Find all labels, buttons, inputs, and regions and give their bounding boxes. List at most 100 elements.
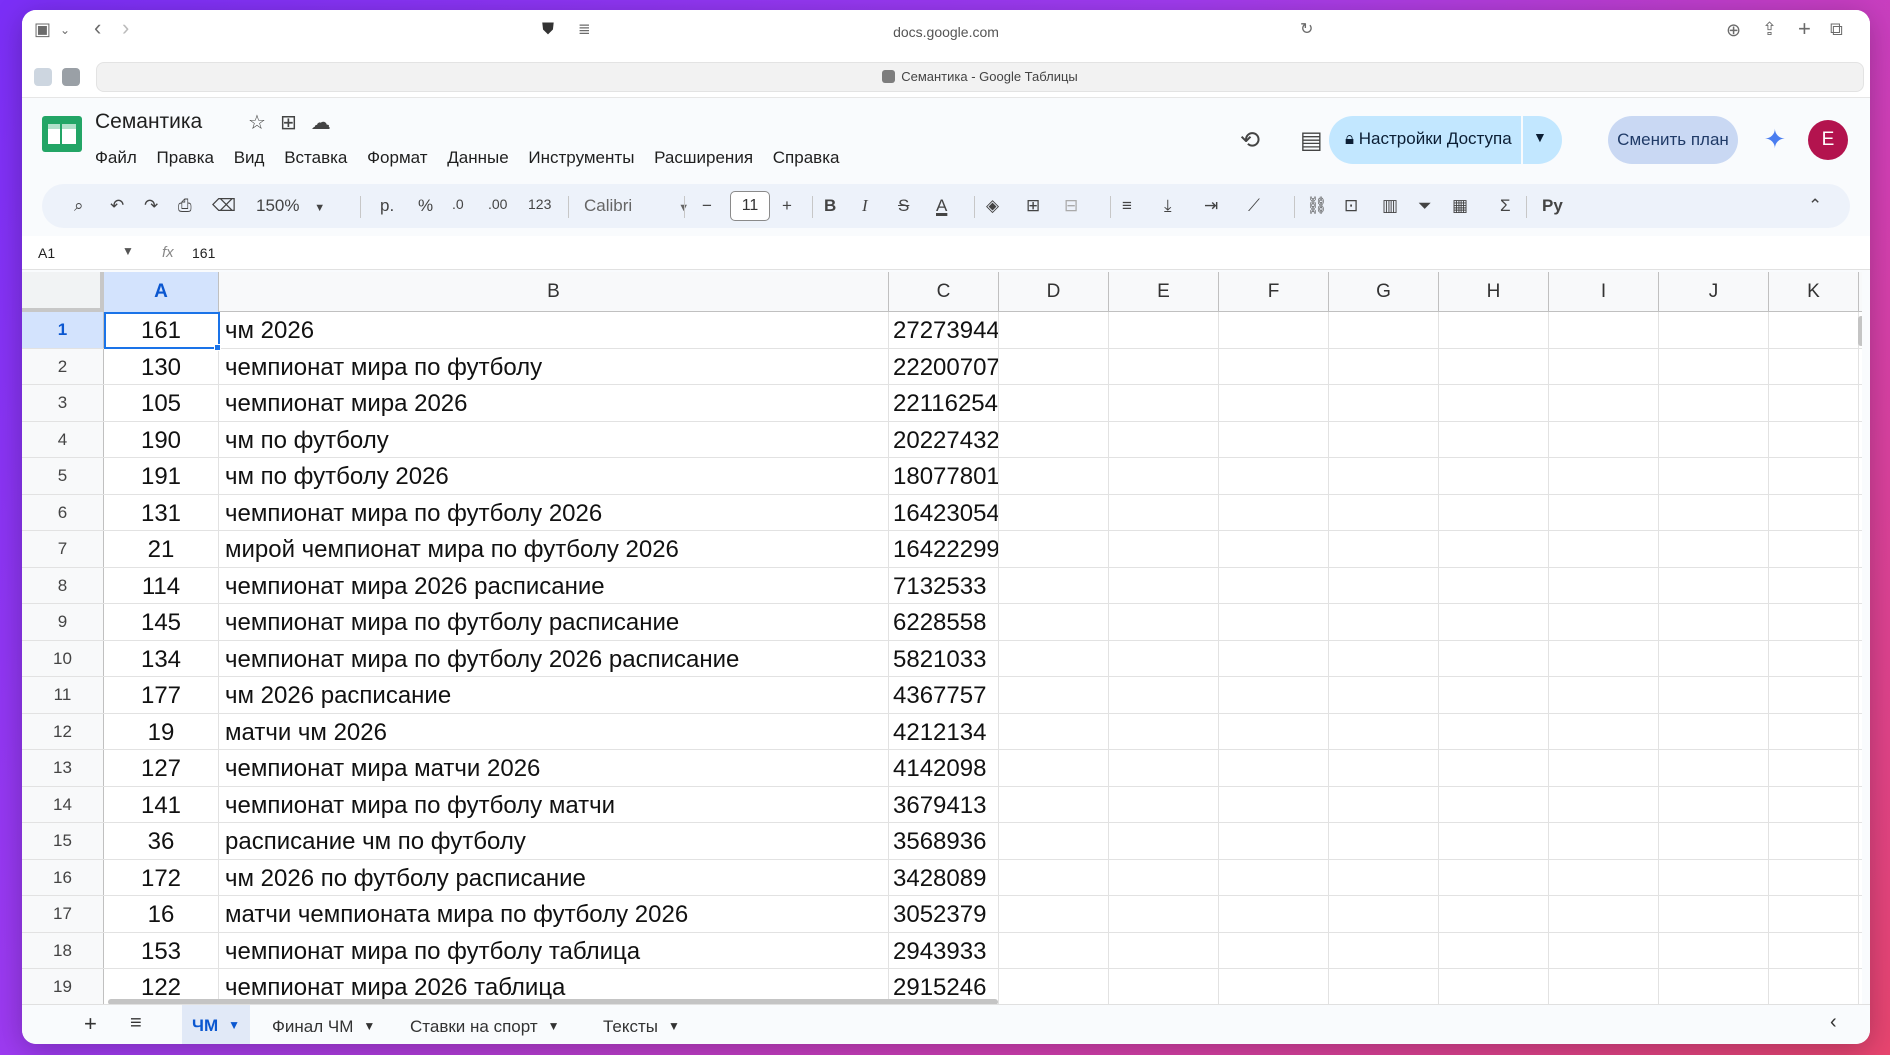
increase-decimal-button[interactable]: .00 <box>488 196 507 212</box>
empty-cell[interactable] <box>1219 932 1329 968</box>
sheet-tab-chm[interactable]: ЧМ ▼ <box>182 1005 250 1044</box>
cell-c[interactable]: 3052379 <box>889 896 999 932</box>
pinned-tab-2[interactable] <box>62 68 80 86</box>
row-header[interactable]: 4 <box>22 421 104 457</box>
change-plan-button[interactable]: Сменить план <box>1608 116 1738 164</box>
spreadsheet-grid[interactable]: A B C D E F G H I J K 1 1 6 1 чм 2026 2727394… <box>22 272 1862 1004</box>
cell-b[interactable]: чемпионат мира по футболу 2026 <box>219 494 889 530</box>
empty-cell[interactable] <box>1219 823 1329 859</box>
row-header[interactable]: 14 <box>22 786 104 822</box>
more-formats-button[interactable]: 123 <box>528 196 551 212</box>
empty-cell[interactable] <box>1219 859 1329 895</box>
cell-b[interactable]: чемпионат мира по футболу матчи <box>219 786 889 822</box>
row-header[interactable]: 9 <box>22 604 104 640</box>
empty-cell[interactable] <box>1439 348 1549 384</box>
cell-a[interactable]: 153 <box>104 932 219 968</box>
empty-cell[interactable] <box>1769 458 1859 494</box>
new-tab-icon[interactable]: + <box>1798 18 1811 40</box>
text-color-icon[interactable]: A <box>936 196 947 216</box>
empty-cell[interactable] <box>1439 677 1549 713</box>
empty-cell[interactable] <box>1219 640 1329 676</box>
empty-cell[interactable] <box>1769 531 1859 567</box>
font-select[interactable]: Calibri▼ <box>584 196 689 216</box>
column-header-h[interactable]: H <box>1439 272 1549 312</box>
empty-cell[interactable] <box>1769 567 1859 603</box>
empty-cell[interactable] <box>1109 823 1219 859</box>
empty-cell[interactable] <box>1439 750 1549 786</box>
empty-cell[interactable] <box>1219 312 1329 348</box>
fill-handle[interactable] <box>214 344 221 351</box>
redo-icon[interactable]: ↷ <box>144 196 158 216</box>
empty-cell[interactable] <box>1439 604 1549 640</box>
version-history-icon[interactable]: ⟲ <box>1240 126 1260 155</box>
column-header-k[interactable]: K <box>1769 272 1859 312</box>
empty-cell[interactable] <box>1109 604 1219 640</box>
empty-cell[interactable] <box>1549 786 1659 822</box>
empty-cell[interactable] <box>1329 640 1439 676</box>
cell-b[interactable]: чемпионат мира по футболу <box>219 348 889 384</box>
add-sheet-icon[interactable]: + <box>84 1011 97 1037</box>
empty-cell[interactable] <box>999 969 1109 1004</box>
empty-cell[interactable] <box>1439 859 1549 895</box>
empty-cell[interactable] <box>999 348 1109 384</box>
empty-cell[interactable] <box>1659 348 1769 384</box>
url-bar[interactable]: docs.google.com <box>22 24 1870 40</box>
cell-c[interactable]: 18077801 <box>889 458 999 494</box>
empty-cell[interactable] <box>1219 969 1329 1004</box>
column-header-j[interactable]: J <box>1659 272 1769 312</box>
name-box-dropdown-icon[interactable]: ▼ <box>122 244 134 258</box>
empty-cell[interactable] <box>999 604 1109 640</box>
share-dropdown-icon[interactable]: ▼ <box>1533 129 1547 145</box>
cell-a[interactable]: 134 <box>104 640 219 676</box>
cell-c[interactable]: 3568936 <box>889 823 999 859</box>
sheet-tab-sport-bets[interactable]: Ставки на спорт ▼ <box>410 1017 560 1037</box>
empty-cell[interactable] <box>1219 458 1329 494</box>
empty-cell[interactable] <box>1109 348 1219 384</box>
empty-cell[interactable] <box>1659 859 1769 895</box>
empty-cell[interactable] <box>1549 859 1659 895</box>
vertical-align-icon[interactable]: ⤓ <box>1164 196 1172 216</box>
empty-cell[interactable] <box>1549 750 1659 786</box>
empty-cell[interactable] <box>1769 348 1859 384</box>
empty-cell[interactable] <box>1549 604 1659 640</box>
empty-cell[interactable] <box>1549 823 1659 859</box>
collapse-toolbar-icon[interactable]: ⌃ <box>1808 196 1822 216</box>
row-header[interactable]: 15 <box>22 823 104 859</box>
empty-cell[interactable] <box>1769 640 1859 676</box>
avatar[interactable]: E <box>1808 120 1848 160</box>
cell-a[interactable]: 191 <box>104 458 219 494</box>
cell-c[interactable]: 3679413 <box>889 786 999 822</box>
empty-cell[interactable] <box>1549 458 1659 494</box>
print-icon[interactable]: ⎙ <box>178 196 192 216</box>
input-tools-icon[interactable]: Pу <box>1542 196 1563 216</box>
cell-b[interactable]: чм 2026 расписание <box>219 677 889 713</box>
cell-a[interactable]: 131 <box>104 494 219 530</box>
row-header[interactable]: 18 <box>22 932 104 968</box>
menu-tools[interactable]: Инструменты <box>528 148 634 167</box>
empty-cell[interactable] <box>1439 896 1549 932</box>
empty-cell[interactable] <box>1219 531 1329 567</box>
cloud-status-icon[interactable]: ☁ <box>311 110 331 135</box>
empty-cell[interactable] <box>1109 969 1219 1004</box>
empty-cell[interactable] <box>1659 896 1769 932</box>
empty-cell[interactable] <box>1659 385 1769 421</box>
empty-cell[interactable] <box>999 312 1109 348</box>
empty-cell[interactable] <box>1659 421 1769 457</box>
cell-b[interactable]: матчи чм 2026 <box>219 713 889 749</box>
empty-cell[interactable] <box>1329 786 1439 822</box>
cell-c[interactable]: 3428089 <box>889 859 999 895</box>
empty-cell[interactable] <box>1109 531 1219 567</box>
empty-cell[interactable] <box>1769 823 1859 859</box>
row-header[interactable]: 12 <box>22 713 104 749</box>
column-header-d[interactable]: D <box>999 272 1109 312</box>
empty-cell[interactable] <box>1219 348 1329 384</box>
empty-cell[interactable] <box>1439 312 1549 348</box>
cell-a[interactable]: 177 <box>104 677 219 713</box>
empty-cell[interactable] <box>1769 421 1859 457</box>
empty-cell[interactable] <box>1659 604 1769 640</box>
cell-b[interactable]: чм по футболу 2026 <box>219 458 889 494</box>
cell-c[interactable]: 22200707 <box>889 348 999 384</box>
empty-cell[interactable] <box>1659 786 1769 822</box>
empty-cell[interactable] <box>1769 750 1859 786</box>
document-title[interactable]: Семантика <box>95 110 202 134</box>
